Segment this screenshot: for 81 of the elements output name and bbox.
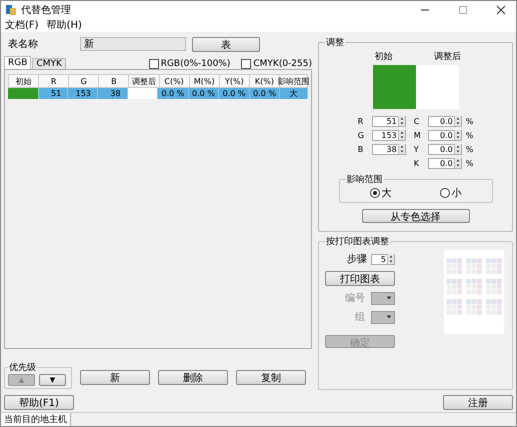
- checkbox-label: CMYK(0-255): [253, 59, 312, 69]
- channel-label: M: [414, 130, 422, 140]
- spin-arrows-icon[interactable]: [454, 130, 461, 140]
- spin-field[interactable]: 0.0: [428, 144, 462, 154]
- group-title: 按打印图表调整: [325, 236, 390, 248]
- select-label: 组: [355, 311, 365, 324]
- preview-label: 初始: [374, 50, 394, 63]
- column-header[interactable]: 影响范围: [280, 74, 308, 88]
- unit-label: %: [466, 158, 474, 168]
- column-header[interactable]: G: [69, 74, 100, 88]
- table-cell: 0.0 %: [219, 88, 250, 99]
- register-button[interactable]: 注册: [443, 394, 513, 410]
- channel-label: G: [358, 130, 365, 140]
- step-label: 步骤: [347, 252, 367, 266]
- preview-label: 调整后: [433, 50, 462, 63]
- column-header[interactable]: R: [39, 74, 70, 88]
- spin-field[interactable]: 0.0: [428, 158, 462, 168]
- unit-label: %: [466, 130, 474, 140]
- unit-label: %: [466, 144, 474, 154]
- channel-label: K: [414, 158, 420, 168]
- table-cell: 0.0 %: [250, 88, 280, 99]
- group-title: 调整: [325, 36, 345, 49]
- spin-arrows-icon[interactable]: [398, 144, 405, 154]
- table-name-field[interactable]: 新: [80, 37, 186, 51]
- channel-label: B: [358, 144, 364, 154]
- radio-button[interactable]: [370, 188, 380, 198]
- help-button[interactable]: 帮助(F1): [4, 394, 74, 410]
- caret-icon: [386, 295, 392, 301]
- radio-label: 大: [382, 186, 392, 200]
- table-cell: 大: [280, 88, 308, 99]
- spin-arrows-icon[interactable]: [454, 116, 461, 126]
- checkbox-label: RGB(0%-100%): [160, 59, 230, 69]
- window-title: 代替色管理: [21, 4, 71, 16]
- caret-icon: [386, 314, 392, 320]
- radio-label: 小: [452, 186, 462, 200]
- status-label: 当前目的地主机: [1, 413, 71, 426]
- spin-field[interactable]: 0.0: [428, 130, 462, 140]
- spot-color-button[interactable]: 从专色选择: [362, 209, 470, 223]
- group-title: 影响范围: [346, 174, 384, 186]
- spin-arrows-icon[interactable]: [454, 144, 461, 154]
- app-icon: [5, 4, 17, 16]
- field-label: 表名称: [7, 38, 39, 51]
- spin-arrows-icon[interactable]: [387, 254, 394, 264]
- column-header[interactable]: 初始: [8, 74, 40, 88]
- spin-field[interactable]: 0.0: [428, 116, 462, 126]
- checkbox[interactable]: [241, 59, 252, 69]
- action-button[interactable]: 新: [80, 370, 150, 385]
- table-button[interactable]: 表: [192, 36, 260, 52]
- channel-label: R: [358, 116, 364, 126]
- tab[interactable]: CMYK: [32, 58, 66, 69]
- select-label: 编号: [345, 292, 365, 305]
- tab[interactable]: RGB: [4, 56, 32, 69]
- column-header[interactable]: B: [99, 74, 130, 88]
- action-button[interactable]: 复制: [236, 370, 306, 385]
- spin-field[interactable]: 5: [371, 254, 395, 264]
- channel-label: C: [414, 116, 420, 126]
- spin-arrows-icon[interactable]: [398, 130, 405, 140]
- action-button[interactable]: 删除: [158, 370, 228, 385]
- table-row[interactable]: 51 153 38 0.0 % 0.0 % 0.0 % 0.0 % 大: [8, 88, 308, 99]
- spin-field[interactable]: 153: [372, 130, 406, 140]
- unit-label: %: [466, 116, 474, 126]
- column-header[interactable]: Y(%): [220, 74, 250, 88]
- spin-arrows-icon[interactable]: [454, 158, 461, 168]
- column-header[interactable]: C(%): [160, 74, 190, 88]
- table-cell: 153: [68, 88, 98, 99]
- table-cell: 0.0 %: [188, 88, 220, 99]
- group-title: 优先级: [8, 362, 37, 374]
- column-header[interactable]: 调整后: [129, 74, 160, 88]
- spin-arrows-icon[interactable]: [398, 116, 405, 126]
- table-cell: 51: [38, 88, 68, 99]
- print-chart-button[interactable]: 打印图表: [325, 271, 395, 286]
- spin-field[interactable]: 51: [372, 116, 406, 126]
- close-icon[interactable]: [496, 4, 506, 14]
- menu-item[interactable]: 帮助(H): [46, 18, 82, 32]
- menu-item[interactable]: 文档(F): [5, 18, 39, 32]
- spin-field[interactable]: 38: [372, 144, 406, 154]
- checkbox[interactable]: [148, 59, 159, 69]
- column-header[interactable]: M(%): [190, 74, 220, 88]
- table-cell: 0.0 %: [158, 88, 189, 99]
- channel-label: Y: [414, 144, 420, 154]
- radio-button[interactable]: [440, 188, 450, 198]
